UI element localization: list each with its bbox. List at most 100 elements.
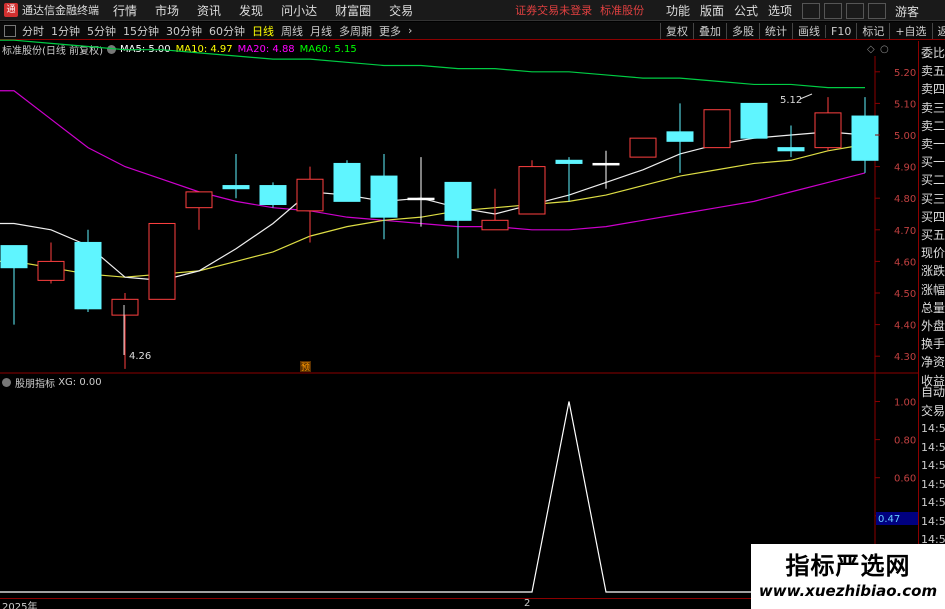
candle-body[interactable] (370, 175, 398, 218)
candle-body[interactable] (777, 147, 805, 152)
mark-button[interactable]: 标记 (856, 23, 889, 39)
high-arrow-icon (799, 93, 813, 100)
date-axis: 2025年 2 (0, 598, 751, 609)
candle-body[interactable] (666, 131, 694, 142)
quote-side-panel: 委比 卖五 卖四 卖三 卖二 卖一 买一 买二 买三 买四 买五 现价 涨跌 涨幅 总量 外盘 换手 净资 收益 自动… (918, 41, 945, 609)
price-tick-label: 4.90 (894, 163, 916, 174)
menu-item-function[interactable]: 功能 (666, 2, 690, 19)
tool-buttons: 复权 叠加 多股 统计 画线 F10 标记 +自选 返回 (660, 22, 945, 40)
stats-button[interactable]: 统计 (759, 23, 792, 39)
price-tick-label: 4.60 (894, 257, 916, 268)
draw-line-button[interactable]: 画线 (792, 23, 825, 39)
ma10-line (0, 143, 866, 278)
candle-body[interactable] (407, 197, 435, 201)
side-label[interactable]: 自动 (921, 384, 945, 400)
forecast-marker-label: 预 (301, 362, 310, 373)
period-toolbar: 分时 1分钟 5分钟 15分钟 30分钟 60分钟 日线 周线 月线 多周期 更… (0, 22, 945, 40)
chart-settings-icon[interactable]: ◇ (867, 44, 875, 55)
period-tab-60min[interactable]: 60分钟 (209, 23, 245, 39)
candle-body[interactable] (222, 185, 250, 190)
close-icon[interactable] (868, 2, 887, 19)
date-month-label: 2 (524, 598, 531, 609)
back-button[interactable]: 返回 (931, 23, 945, 39)
candle-body[interactable] (814, 112, 842, 149)
period-tab-multi[interactable]: 多周期 (339, 23, 372, 39)
candle-body[interactable] (296, 178, 324, 212)
guest-user[interactable]: 游客 (895, 3, 919, 20)
menu-item-discover[interactable]: 发现 (239, 2, 263, 19)
maximize-icon[interactable] (846, 2, 865, 19)
menu-item-ask[interactable]: 问小达 (281, 2, 317, 19)
adjust-button[interactable]: 复权 (660, 23, 693, 39)
window-mode-icon[interactable] (802, 2, 821, 19)
candle-body[interactable] (333, 162, 361, 202)
kline-chart[interactable]: 5.20 5.10 5.00 4.90 4.80 4.70 4.60 4.50 4.40 4.30… (0, 0, 945, 609)
indicator-tick-label: 0.60 (894, 474, 916, 485)
candle-body[interactable] (185, 191, 213, 209)
period-tab-weekly[interactable]: 周线 (281, 23, 303, 39)
candle-body[interactable] (481, 219, 509, 231)
candle-body[interactable] (74, 241, 102, 310)
menu-item-wealth[interactable]: 财富圈 (335, 2, 371, 19)
chart-zoom-icon[interactable]: ○ (880, 44, 889, 55)
side-label: 买二 (921, 173, 945, 188)
candle-body[interactable] (629, 137, 657, 158)
candle-body[interactable] (444, 181, 472, 221)
panel-toggle-icon[interactable] (4, 24, 16, 37)
menu-item-quotes[interactable]: 行情 (113, 2, 137, 19)
xg-indicator-line (0, 401, 875, 593)
multi-stock-button[interactable]: 多股 (726, 23, 759, 39)
menu-item-trade[interactable]: 交易 (389, 2, 413, 19)
side-label: 14:56 (921, 477, 945, 491)
price-tick-label: 5.10 (894, 99, 916, 110)
candle-body[interactable] (111, 298, 139, 316)
menu-item-formula[interactable]: 公式 (734, 2, 758, 19)
legend-settings-icon[interactable] (106, 44, 116, 54)
side-label: 买三 (921, 191, 945, 206)
minimize-icon[interactable] (824, 2, 843, 19)
login-status[interactable]: 证券交易未登录 (515, 2, 592, 18)
period-tab-5min[interactable]: 5分钟 (87, 23, 116, 39)
indicator-settings-icon[interactable] (2, 377, 11, 387)
indicator-name: 股朋指标 (15, 378, 55, 390)
candle-body[interactable] (851, 115, 879, 161)
indicator-legend: 股朋指标 XG: 0.00 (2, 375, 102, 390)
side-label: 14:56 (921, 514, 945, 528)
menu-item-options[interactable]: 选项 (768, 2, 792, 19)
period-tab-intraday[interactable]: 分时 (22, 23, 44, 39)
side-label: 14:56 (921, 459, 945, 472)
ma5-line (0, 131, 866, 281)
candle-body[interactable] (0, 245, 28, 269)
candle-body[interactable] (37, 260, 65, 281)
side-label: 14:56 (921, 422, 945, 435)
period-tab-monthly[interactable]: 月线 (310, 23, 332, 39)
menu-item-layout[interactable]: 版面 (700, 2, 724, 19)
period-tab-1min[interactable]: 1分钟 (51, 23, 80, 39)
candle-body[interactable] (259, 185, 287, 206)
candle-body[interactable] (148, 222, 176, 300)
candle-body[interactable] (518, 166, 546, 215)
f10-button[interactable]: F10 (825, 24, 856, 38)
candle-body[interactable] (555, 159, 583, 164)
add-watchlist-button[interactable]: +自选 (889, 23, 931, 39)
candle-body[interactable] (740, 102, 768, 139)
period-tab-more[interactable]: 更多 (379, 23, 401, 39)
candle-body[interactable] (703, 109, 731, 149)
period-tab-daily[interactable]: 日线 (252, 23, 274, 39)
forecast-marker[interactable] (300, 361, 311, 372)
side-label: 买一 (921, 155, 945, 170)
menu-item-market[interactable]: 市场 (155, 2, 179, 19)
menu-item-news[interactable]: 资讯 (197, 2, 221, 19)
candle-body[interactable] (592, 162, 620, 166)
ma5-label: MA5: 5.00 (119, 43, 171, 55)
period-tab-15min[interactable]: 15分钟 (123, 23, 159, 39)
side-label: 买四 (921, 209, 945, 224)
side-label[interactable]: 交易 (921, 403, 945, 419)
price-tick-label: 4.30 (894, 352, 916, 363)
low-price-label: 4.26 (129, 351, 151, 362)
indicator-value: XG: 0.00 (58, 376, 102, 388)
period-tab-30min[interactable]: 30分钟 (166, 23, 202, 39)
side-label: 卖五 (921, 64, 945, 79)
chevron-right-icon[interactable]: › (408, 24, 412, 37)
overlay-button[interactable]: 叠加 (693, 23, 726, 39)
